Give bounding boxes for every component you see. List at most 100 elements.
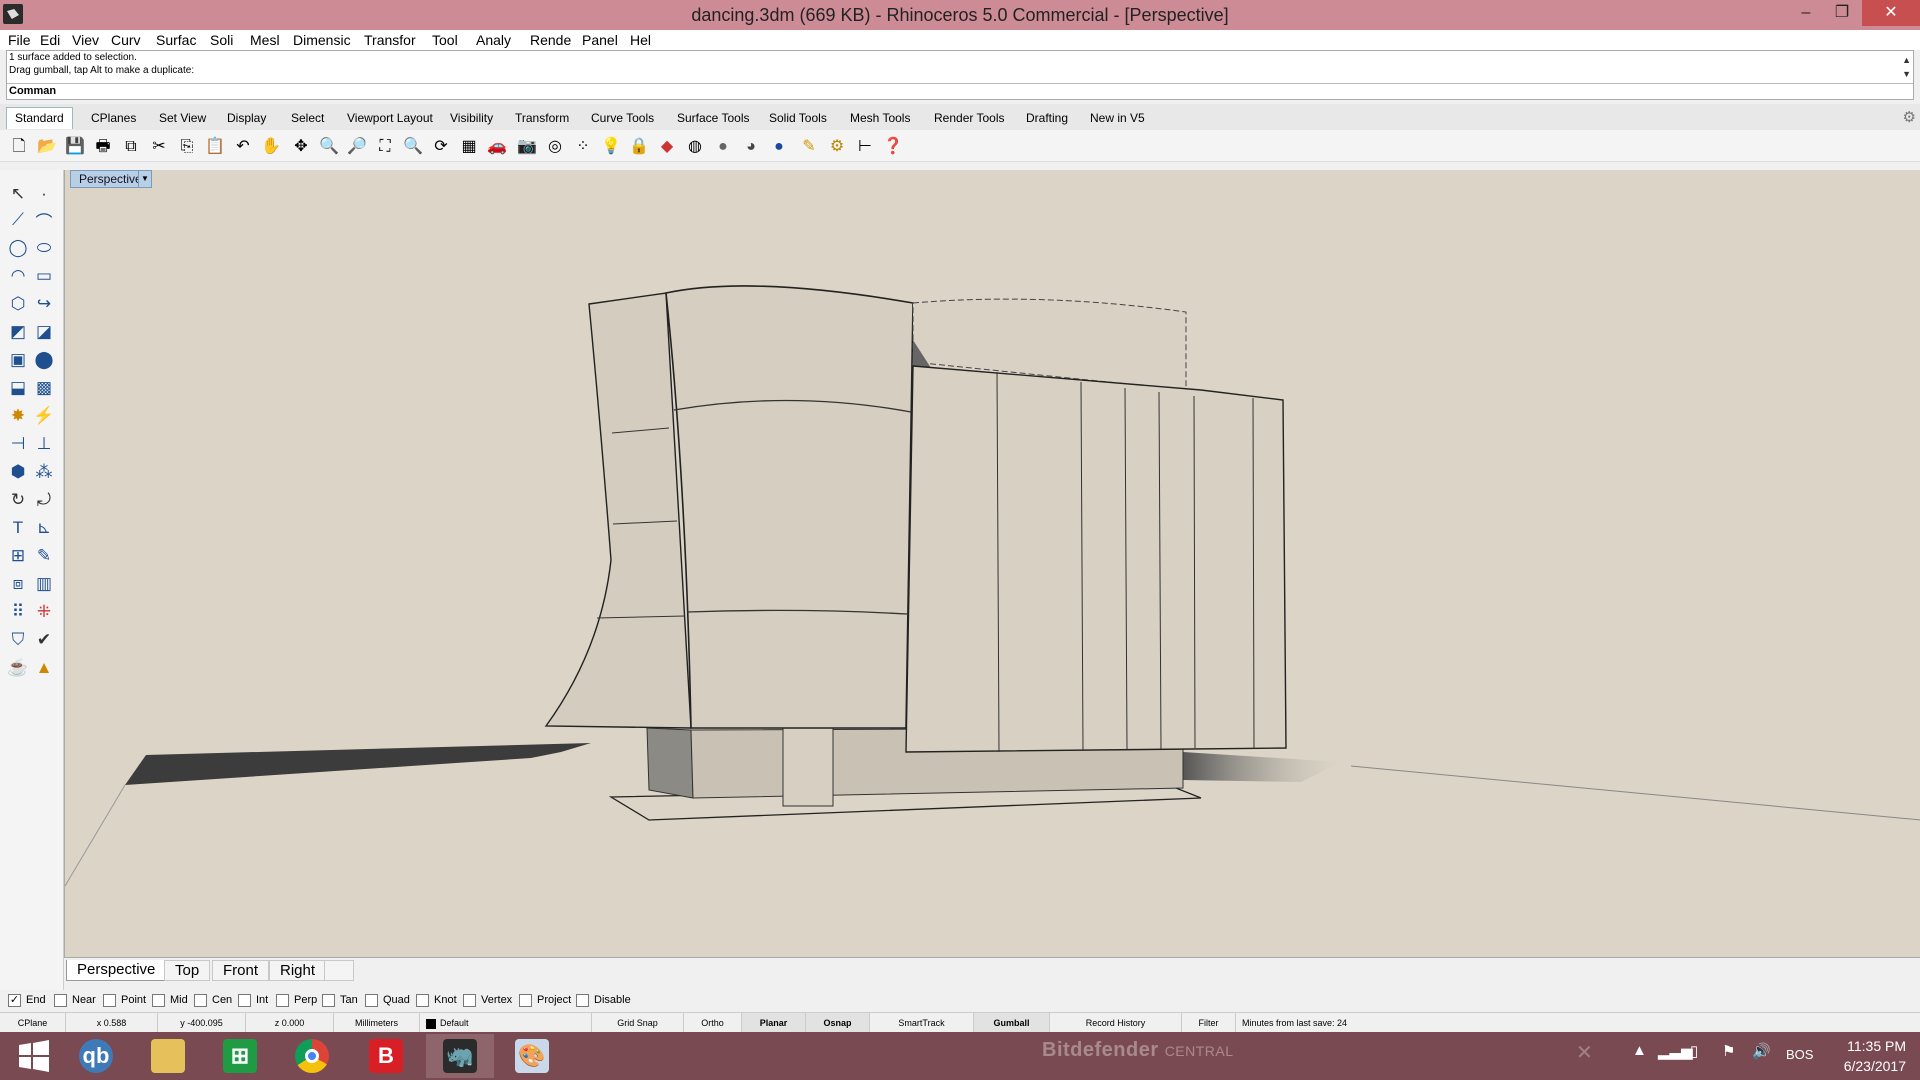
checkbox-icon[interactable]: [416, 993, 429, 1007]
array-icon[interactable]: ⊞: [6, 544, 30, 568]
menu-panels[interactable]: Panel: [582, 32, 618, 48]
copy-icon[interactable]: ⎘: [176, 136, 198, 158]
checkbox-icon[interactable]: [276, 993, 289, 1007]
group-icon[interactable]: ⬢: [6, 460, 30, 484]
taskbar-rhino[interactable]: 🦏: [426, 1034, 494, 1078]
tab-visibility[interactable]: Visibility: [441, 107, 502, 129]
circle-target-icon[interactable]: ◎: [544, 136, 566, 158]
dimension-icon[interactable]: ⊢: [854, 136, 876, 158]
tab-transform[interactable]: Transform: [506, 107, 578, 129]
block-icon[interactable]: ⧈: [6, 572, 30, 596]
checkbox-icon[interactable]: [238, 993, 251, 1007]
select-arrow-icon[interactable]: ↖: [6, 182, 30, 206]
pan-hand-icon[interactable]: ✋: [260, 136, 282, 158]
menu-surface[interactable]: Surfac: [156, 32, 196, 48]
osnap-mid[interactable]: Mid: [152, 991, 188, 1009]
help-icon[interactable]: ❓: [882, 136, 904, 158]
tab-viewport-layout[interactable]: Viewport Layout: [338, 107, 442, 129]
tab-render-tools[interactable]: Render Tools: [925, 107, 1014, 129]
polygon-icon[interactable]: ⬡: [6, 292, 30, 316]
sphere-rendered-icon[interactable]: ◕: [740, 136, 762, 158]
osnap-int[interactable]: Int: [238, 991, 268, 1009]
osnap-point[interactable]: Point: [103, 991, 146, 1009]
osnap-quad[interactable]: Quad: [365, 991, 410, 1009]
open-folder-icon[interactable]: 📂: [36, 136, 58, 158]
osnap-end[interactable]: ✓ End: [8, 991, 46, 1009]
zoom-window-icon[interactable]: 🔍: [318, 136, 340, 158]
text-icon[interactable]: T: [6, 516, 30, 540]
taskbar-chrome[interactable]: [278, 1034, 346, 1078]
menu-analyze[interactable]: Analy: [476, 32, 511, 48]
gear-settings-icon[interactable]: ⚙: [826, 136, 848, 158]
dimension-tool-icon[interactable]: ⊾: [32, 516, 56, 540]
menu-render[interactable]: Rende: [530, 32, 571, 48]
menu-curve[interactable]: Curv: [111, 32, 141, 48]
volume-icon[interactable]: 🔊: [1752, 1042, 1771, 1060]
menu-edit[interactable]: Edi: [40, 32, 60, 48]
bitdefender-close-icon[interactable]: ✕: [1576, 1040, 1593, 1065]
maximize-button[interactable]: ❐: [1824, 0, 1860, 26]
fillet-icon[interactable]: ↪: [32, 292, 56, 316]
status-grid-snap[interactable]: Grid Snap: [592, 1013, 684, 1033]
zoom-dynamic-icon[interactable]: 🔎: [346, 136, 368, 158]
rotate-icon[interactable]: ↻: [6, 488, 30, 512]
network-icon[interactable]: ⚑: [1722, 1042, 1735, 1060]
tab-drafting[interactable]: Drafting: [1017, 107, 1077, 129]
windows-start-button[interactable]: [0, 1034, 68, 1078]
checkbox-icon[interactable]: [152, 993, 165, 1007]
taskbar-file-explorer[interactable]: [134, 1034, 202, 1078]
osnap-perp[interactable]: Perp: [276, 991, 317, 1009]
menu-help[interactable]: Hel: [630, 32, 651, 48]
save-icon[interactable]: 💾: [64, 136, 86, 158]
minimize-button[interactable]: –: [1788, 0, 1824, 26]
color-wheel-icon[interactable]: ◍: [684, 136, 706, 158]
checkbox-icon[interactable]: [322, 993, 335, 1007]
menu-transform[interactable]: Transfor: [364, 32, 416, 48]
taskbar-clock[interactable]: 11:35 PM 6/23/2017: [1844, 1036, 1906, 1076]
osnap-vertex[interactable]: Vertex: [463, 991, 512, 1009]
ellipse-icon[interactable]: ⬭: [32, 236, 56, 260]
status-planar[interactable]: Planar: [742, 1013, 806, 1033]
grid-array-icon[interactable]: ⠿: [6, 600, 30, 624]
zoom-selected-icon[interactable]: 🔍: [402, 136, 424, 158]
checkbox-icon[interactable]: [519, 993, 532, 1007]
tab-display[interactable]: Display: [218, 107, 275, 129]
point-icon[interactable]: ·: [32, 182, 56, 206]
osnap-cen[interactable]: Cen: [194, 991, 232, 1009]
mesh-icon[interactable]: ▩: [32, 376, 56, 400]
polyline-icon[interactable]: ⟋: [6, 208, 30, 232]
rectangle-icon[interactable]: ▭: [32, 264, 56, 288]
history-scroll-arrows-icon[interactable]: ▲ ▼: [1902, 53, 1911, 81]
boolean-icon[interactable]: ⚡: [32, 404, 56, 428]
status-cplane[interactable]: CPlane: [0, 1013, 66, 1033]
checkbox-checked-icon[interactable]: ✓: [8, 993, 21, 1007]
tab-set-view[interactable]: Set View: [150, 107, 215, 129]
taskbar-paint[interactable]: 🎨: [498, 1034, 566, 1078]
command-prompt[interactable]: Comman: [7, 83, 1913, 99]
tab-curve-tools[interactable]: Curve Tools: [582, 107, 663, 129]
taskbar-store[interactable]: ⊞: [206, 1034, 274, 1078]
taskbar-bitdefender[interactable]: B: [352, 1034, 420, 1078]
hatch-icon[interactable]: ▥: [32, 572, 56, 596]
status-record-history[interactable]: Record History: [1050, 1013, 1182, 1033]
osnap-knot[interactable]: Knot: [416, 991, 457, 1009]
menu-mesh[interactable]: Mesl: [250, 32, 280, 48]
edit-points-icon[interactable]: ✎: [32, 544, 56, 568]
box-icon[interactable]: ▣: [6, 348, 30, 372]
vtab-front[interactable]: Front: [212, 960, 270, 981]
taskbar-quickbooks[interactable]: qb: [62, 1034, 130, 1078]
status-ortho[interactable]: Ortho: [684, 1013, 742, 1033]
menu-file[interactable]: File: [8, 32, 31, 48]
vtab-right[interactable]: Right: [269, 960, 327, 981]
cut-icon[interactable]: ✂: [148, 136, 170, 158]
move-view-icon[interactable]: ✥: [290, 136, 312, 158]
status-gumball[interactable]: Gumball: [974, 1013, 1050, 1033]
checkbox-icon[interactable]: [103, 993, 116, 1007]
light-cone-icon[interactable]: ▲: [32, 656, 56, 680]
tab-surface-tools[interactable]: Surface Tools: [668, 107, 759, 129]
osnap-disable[interactable]: Disable: [576, 991, 631, 1009]
status-osnap[interactable]: Osnap: [806, 1013, 870, 1033]
layer-icon[interactable]: ◆: [656, 136, 678, 158]
render-teapot-icon[interactable]: ☕: [6, 656, 30, 680]
explode-icon[interactable]: ✸: [6, 404, 30, 428]
